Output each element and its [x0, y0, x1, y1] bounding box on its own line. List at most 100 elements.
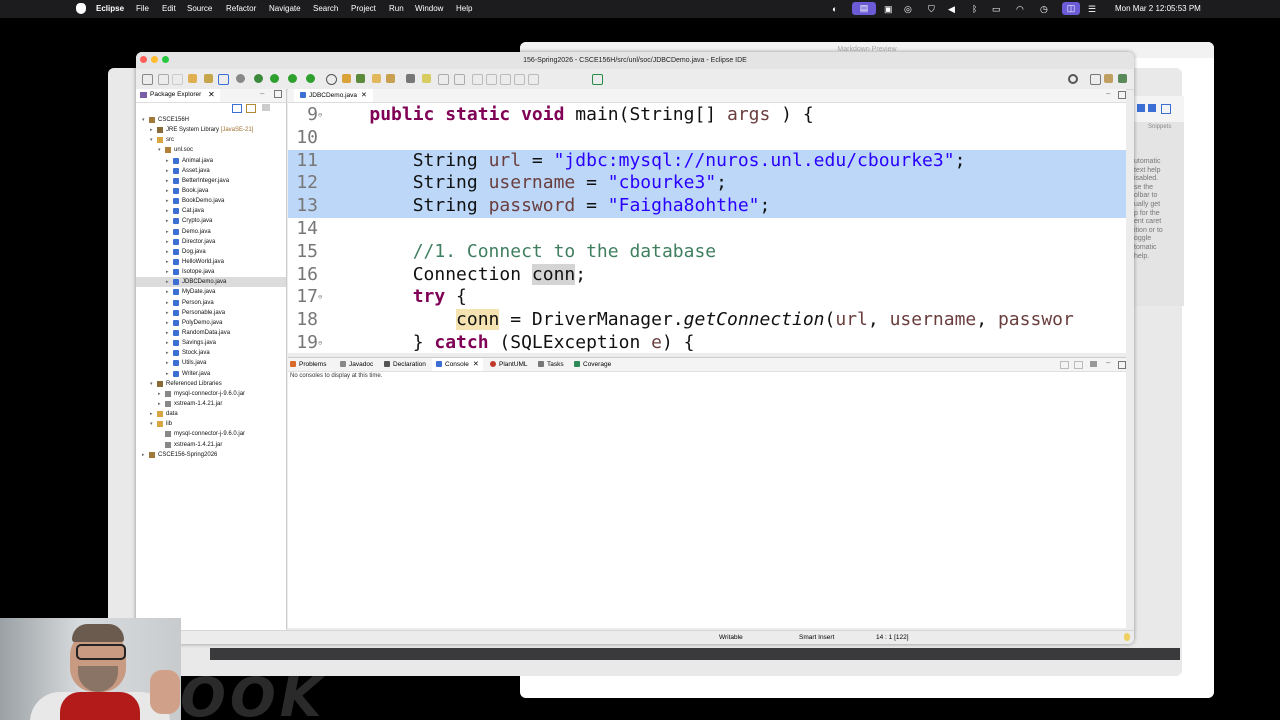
- menu-search[interactable]: Search: [313, 4, 338, 13]
- prev-annotation-icon[interactable]: [486, 74, 497, 85]
- tab-plantuml[interactable]: PlantUML: [490, 358, 528, 371]
- minimize-icon[interactable]: –: [1106, 358, 1110, 367]
- tab-console[interactable]: Console ✕: [432, 358, 483, 371]
- tree-item[interactable]: ▸ Animal.java: [136, 156, 286, 166]
- chevron-right-icon[interactable]: ▸: [166, 358, 169, 368]
- tree-item[interactable]: ▸ Person.java: [136, 298, 286, 308]
- menu-source[interactable]: Source: [187, 4, 212, 13]
- chevron-down-icon[interactable]: ▾: [150, 419, 153, 429]
- tree-item[interactable]: xstream-1.4.21.jar: [136, 440, 286, 450]
- tab-coverage[interactable]: Coverage: [574, 358, 611, 371]
- code-line[interactable]: 10: [288, 127, 1126, 150]
- tree-item[interactable]: ▾ unl.soc: [136, 145, 286, 155]
- tree-item[interactable]: ▸ Crypto.java: [136, 216, 286, 226]
- tree-item[interactable]: ▾ src: [136, 135, 286, 145]
- chevron-right-icon[interactable]: ▸: [158, 399, 161, 409]
- new-java-project-icon[interactable]: [326, 74, 337, 85]
- tree-item[interactable]: ▸ BookDemo.java: [136, 196, 286, 206]
- tree-item[interactable]: ▸ Asset.java: [136, 166, 286, 176]
- forward-icon[interactable]: [528, 74, 539, 85]
- fold-icon[interactable]: ⊖: [318, 332, 322, 355]
- clock[interactable]: Mon Mar 2 12:05:53 PM: [1115, 4, 1201, 13]
- chevron-right-icon[interactable]: ▸: [166, 308, 169, 318]
- tab-jdbcdemo[interactable]: JDBCDemo.java ✕: [294, 89, 373, 102]
- skip-breakpoints-icon[interactable]: [236, 74, 245, 83]
- chevron-right-icon[interactable]: ▸: [166, 206, 169, 216]
- chevron-right-icon[interactable]: ▸: [166, 176, 169, 186]
- chevron-right-icon[interactable]: ▸: [166, 247, 169, 257]
- chevron-right-icon[interactable]: ▸: [166, 338, 169, 348]
- lightbulb-icon[interactable]: [1124, 633, 1130, 641]
- tree-item[interactable]: ▸ MyDate.java: [136, 287, 286, 297]
- chevron-down-icon[interactable]: ▾: [150, 135, 153, 145]
- chevron-right-icon[interactable]: ▸: [166, 287, 169, 297]
- tree-item[interactable]: ▸ Isotope.java: [136, 267, 286, 277]
- menu-navigate[interactable]: Navigate: [269, 4, 301, 13]
- java-perspective-icon[interactable]: [1104, 74, 1113, 83]
- tree-item[interactable]: ▸ Demo.java: [136, 227, 286, 237]
- minimize-icon[interactable]: –: [1106, 89, 1110, 98]
- tree-item[interactable]: ▸ JDBCDemo.java: [136, 277, 286, 288]
- tree-item[interactable]: mysql-connector-j-9.6.0.jar: [136, 429, 286, 439]
- maximize-icon[interactable]: [274, 90, 282, 98]
- chevron-right-icon[interactable]: ▸: [166, 227, 169, 237]
- app-menu[interactable]: Eclipse: [96, 4, 124, 13]
- open-perspective-icon[interactable]: [1090, 74, 1101, 85]
- open-folder-icon[interactable]: [188, 74, 197, 83]
- history-icon[interactable]: [204, 74, 213, 83]
- open-console-icon[interactable]: [1090, 361, 1097, 367]
- maximize-icon[interactable]: [1118, 361, 1126, 369]
- code-line[interactable]: 16 Connection conn;: [288, 263, 1126, 287]
- search-toolbar-icon[interactable]: [386, 74, 395, 83]
- code-line[interactable]: 13 String password = "Faigha8ohthe";: [288, 195, 1126, 218]
- whitespace-icon[interactable]: [454, 74, 465, 85]
- last-edit-icon[interactable]: [500, 74, 511, 85]
- tree-item[interactable]: ▾ Referenced Libraries: [136, 379, 286, 389]
- menu-project[interactable]: Project: [351, 4, 376, 13]
- menu-run[interactable]: Run: [389, 4, 404, 13]
- chevron-right-icon[interactable]: ▸: [166, 328, 169, 338]
- code-line[interactable]: 18 conn = DriverManager.getConnection(ur…: [288, 309, 1126, 332]
- menu-file[interactable]: File: [136, 4, 149, 13]
- chevron-down-icon[interactable]: ▾: [142, 115, 145, 125]
- tree-item[interactable]: ▸ Utils.java: [136, 358, 286, 368]
- highlight-icon[interactable]: [422, 74, 431, 83]
- tree-item[interactable]: ▸ BetterInteger.java: [136, 176, 286, 186]
- filter-icon[interactable]: [262, 104, 270, 111]
- layout-icon[interactable]: [1161, 104, 1171, 114]
- wifi-icon[interactable]: ◠: [1016, 4, 1024, 15]
- layout-icon[interactable]: [1137, 104, 1145, 112]
- tab-declaration[interactable]: Declaration: [384, 358, 426, 371]
- close-window-icon[interactable]: [140, 56, 147, 63]
- code-line[interactable]: 12 String username = "cbourke3";: [288, 172, 1126, 196]
- debug-icon[interactable]: [254, 74, 263, 83]
- display-console-icon[interactable]: [1060, 361, 1069, 369]
- menu-window[interactable]: Window: [415, 4, 443, 13]
- open-type-icon[interactable]: [372, 74, 381, 83]
- control-center-icon[interactable]: ☰: [1088, 4, 1096, 15]
- tree-item[interactable]: ▸ JRE System Library [JavaSE-21]: [136, 125, 286, 135]
- menu-edit[interactable]: Edit: [162, 4, 176, 13]
- back-icon[interactable]: [514, 74, 525, 85]
- coverage-icon[interactable]: [288, 74, 297, 83]
- run-icon[interactable]: [270, 74, 279, 83]
- chevron-right-icon[interactable]: ▸: [166, 237, 169, 247]
- next-annotation-icon[interactable]: [472, 74, 483, 85]
- fold-icon[interactable]: ⊖: [318, 104, 322, 127]
- tree-item[interactable]: ▸ mysql-connector-j-9.6.0.jar: [136, 389, 286, 399]
- chevron-right-icon[interactable]: ▸: [166, 369, 169, 379]
- code-line[interactable]: 11 String url = "jdbc:mysql://nuros.unl.…: [288, 149, 1126, 173]
- tree-item[interactable]: ▾ lib: [136, 419, 286, 429]
- chevron-right-icon[interactable]: ▸: [166, 348, 169, 358]
- time-machine-icon[interactable]: ◷: [1040, 4, 1048, 15]
- tree-item[interactable]: ▸ Writer.java: [136, 369, 286, 379]
- terminal-icon[interactable]: [218, 74, 229, 85]
- tree-item[interactable]: ▾ CSCE156H: [136, 115, 286, 125]
- pin-console-icon[interactable]: [1074, 361, 1083, 369]
- menu-refactor[interactable]: Refactor: [226, 4, 256, 13]
- chevron-right-icon[interactable]: ▸: [166, 156, 169, 166]
- new-package-icon[interactable]: [342, 74, 351, 83]
- chevron-right-icon[interactable]: ▸: [166, 186, 169, 196]
- maximize-icon[interactable]: [1118, 91, 1126, 99]
- stage-manager-icon[interactable]: ◫: [1062, 2, 1080, 15]
